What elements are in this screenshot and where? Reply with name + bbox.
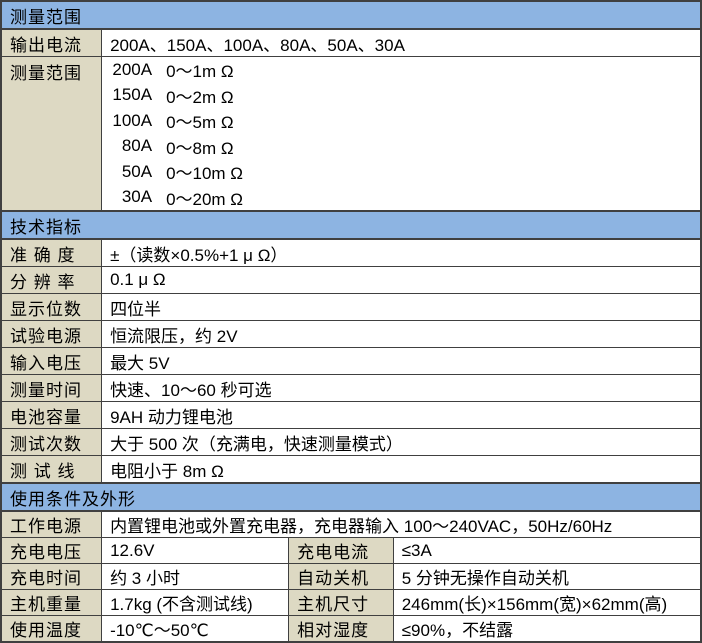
row-value: 9AH 动力锂电池 — [102, 402, 701, 429]
table-row: 输出电流 200A、150A、100A、80A、50A、30A — [1, 29, 701, 57]
section-row-conditions: 使用条件及外形 — [1, 483, 701, 511]
section-header: 使用条件及外形 — [1, 483, 701, 511]
range-value: 0～5m Ω — [166, 108, 234, 133]
row-label: 测量范围 — [1, 57, 102, 212]
range-line: 150A 0～2m Ω — [110, 83, 700, 109]
range-line: 80A 0～8m Ω — [110, 134, 700, 160]
row-label: 充电电流 — [289, 538, 394, 564]
range-line: 30A 0～20m Ω — [110, 185, 700, 211]
range-current: 150A — [110, 85, 152, 105]
range-value: 0～1m Ω — [166, 57, 234, 82]
row-label: 使用温度 — [1, 616, 102, 643]
row-label: 充电电压 — [1, 538, 102, 564]
row-value: ≤3A — [393, 538, 701, 564]
table-row: 分 辨 率 0.1 μ Ω — [1, 267, 701, 294]
range-line: 100A 0～5m Ω — [110, 108, 700, 134]
row-value: 12.6V — [102, 538, 289, 564]
row-value: 200A、150A、100A、80A、50A、30A — [102, 29, 701, 57]
range-value: 0～10m Ω — [166, 159, 243, 184]
table-row: 测试次数 大于 500 次（充满电，快速测量模式） — [1, 429, 701, 456]
range-line: 200A 0～1m Ω — [110, 57, 700, 83]
table-row: 准 确 度 ±（读数×0.5%+1 μ Ω） — [1, 239, 701, 267]
range-value: 0～2m Ω — [166, 83, 234, 108]
row-value: 1.7kg (不含测试线) — [102, 590, 289, 616]
section-row-tech-specs: 技术指标 — [1, 211, 701, 239]
row-value: 5 分钟无操作自动关机 — [393, 564, 701, 590]
row-value: 246mm(长)×156mm(宽)×62mm(高) — [393, 590, 701, 616]
row-label: 测 试 线 — [1, 456, 102, 484]
row-label: 主机尺寸 — [289, 590, 394, 616]
row-label: 自动关机 — [289, 564, 394, 590]
range-value: 0～20m Ω — [166, 185, 243, 210]
table-row: 试验电源 恒流限压，约 2V — [1, 321, 701, 348]
table-row: 测量范围 200A 0～1m Ω 150A 0～2m Ω 100A 0～5m Ω — [1, 57, 701, 212]
row-label: 输出电流 — [1, 29, 102, 57]
row-value: 约 3 小时 — [102, 564, 289, 590]
row-value: 0.1 μ Ω — [102, 267, 701, 294]
section-row-measure-range: 测量范围 — [1, 1, 701, 29]
section-header: 测量范围 — [1, 1, 701, 29]
row-label: 准 确 度 — [1, 239, 102, 267]
row-label: 主机重量 — [1, 590, 102, 616]
row-label: 试验电源 — [1, 321, 102, 348]
range-current: 30A — [110, 187, 152, 207]
table-row: 充电电压 12.6V 充电电流 ≤3A — [1, 538, 701, 564]
table-row: 工作电源 内置锂电池或外置充电器，充电器输入 100～240VAC，50Hz/6… — [1, 511, 701, 538]
row-label: 工作电源 — [1, 511, 102, 538]
row-value: 电阻小于 8m Ω — [102, 456, 701, 484]
measure-range-cell: 200A 0～1m Ω 150A 0～2m Ω 100A 0～5m Ω 80A … — [102, 57, 701, 212]
range-value: 0～8m Ω — [166, 134, 234, 159]
table-row: 主机重量 1.7kg (不含测试线) 主机尺寸 246mm(长)×156mm(宽… — [1, 590, 701, 616]
row-value: 恒流限压，约 2V — [102, 321, 701, 348]
range-current: 80A — [110, 136, 152, 156]
row-label: 电池容量 — [1, 402, 102, 429]
row-value: ±（读数×0.5%+1 μ Ω） — [102, 239, 701, 267]
range-line: 50A 0～10m Ω — [110, 159, 700, 185]
row-label: 充电时间 — [1, 564, 102, 590]
row-label: 显示位数 — [1, 294, 102, 321]
table-row: 电池容量 9AH 动力锂电池 — [1, 402, 701, 429]
range-current: 100A — [110, 111, 152, 131]
row-label: 测试次数 — [1, 429, 102, 456]
range-current: 50A — [110, 162, 152, 182]
row-value: 快速、10～60 秒可选 — [102, 375, 701, 402]
row-value: 大于 500 次（充满电，快速测量模式） — [102, 429, 701, 456]
spec-table: 测量范围 输出电流 200A、150A、100A、80A、50A、30A 测量范… — [0, 0, 702, 643]
table-row: 测 试 线 电阻小于 8m Ω — [1, 456, 701, 484]
spec-sheet: 测量范围 输出电流 200A、150A、100A、80A、50A、30A 测量范… — [0, 0, 702, 631]
row-label: 分 辨 率 — [1, 267, 102, 294]
row-value: 四位半 — [102, 294, 701, 321]
table-row: 测量时间 快速、10～60 秒可选 — [1, 375, 701, 402]
row-label: 测量时间 — [1, 375, 102, 402]
table-row: 充电时间 约 3 小时 自动关机 5 分钟无操作自动关机 — [1, 564, 701, 590]
row-value: 内置锂电池或外置充电器，充电器输入 100～240VAC，50Hz/60Hz — [102, 511, 701, 538]
row-label: 相对湿度 — [289, 616, 394, 643]
row-value: -10℃～50℃ — [102, 616, 289, 643]
table-row: 显示位数 四位半 — [1, 294, 701, 321]
table-row: 使用温度 -10℃～50℃ 相对湿度 ≤90%，不结露 — [1, 616, 701, 643]
row-value: 最大 5V — [102, 348, 701, 375]
range-current: 200A — [110, 60, 152, 80]
table-row: 输入电压 最大 5V — [1, 348, 701, 375]
row-value: ≤90%，不结露 — [393, 616, 701, 643]
section-header: 技术指标 — [1, 211, 701, 239]
row-label: 输入电压 — [1, 348, 102, 375]
